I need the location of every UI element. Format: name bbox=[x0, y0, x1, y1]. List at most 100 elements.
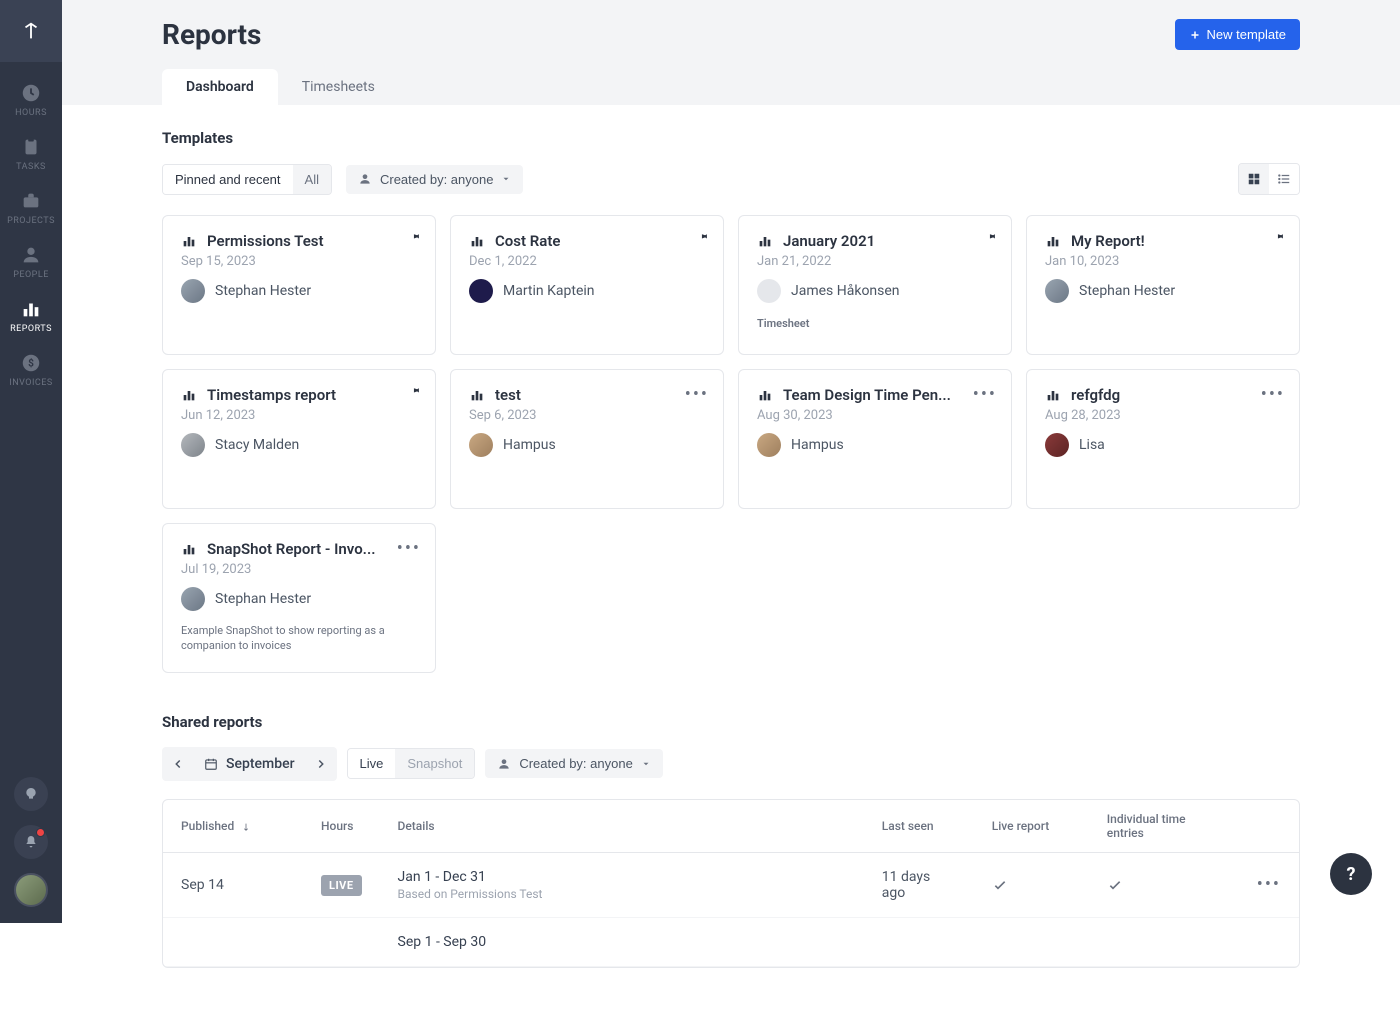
card-more-button[interactable]: ••• bbox=[973, 384, 997, 405]
owner-avatar bbox=[181, 587, 205, 611]
sidebar-item-hours[interactable]: HOURS bbox=[0, 72, 62, 126]
template-card[interactable]: •••testSep 6, 2023Hampus bbox=[450, 369, 724, 509]
live-snapshot-toggle: Live Snapshot bbox=[347, 748, 476, 779]
page-title: Reports bbox=[162, 18, 261, 51]
card-owner: Stephan Hester bbox=[215, 283, 311, 299]
pin-button[interactable] bbox=[985, 230, 997, 242]
new-template-button[interactable]: New template bbox=[1175, 19, 1300, 50]
col-details[interactable]: Details bbox=[380, 800, 864, 853]
chevron-left-icon bbox=[171, 757, 185, 771]
tab-dashboard[interactable]: Dashboard bbox=[162, 69, 278, 105]
col-hours[interactable]: Hours bbox=[303, 800, 380, 853]
next-month-button[interactable] bbox=[305, 747, 337, 781]
cell-last-seen bbox=[864, 917, 974, 966]
cell-individual bbox=[1089, 917, 1239, 966]
card-title: SnapShot Report - Invo... bbox=[207, 540, 375, 558]
template-card[interactable]: Permissions TestSep 15, 2023Stephan Hest… bbox=[162, 215, 436, 355]
card-more-button[interactable]: ••• bbox=[397, 538, 421, 559]
sidebar-item-label: HOURS bbox=[15, 108, 47, 118]
prev-month-button[interactable] bbox=[162, 747, 194, 781]
sidebar-item-label: PROJECTS bbox=[7, 216, 55, 226]
page-header: Reports New template Dashboard Timesheet… bbox=[62, 0, 1400, 105]
live-button[interactable]: Live bbox=[348, 749, 396, 778]
sidebar-item-label: REPORTS bbox=[10, 324, 52, 334]
pin-button[interactable] bbox=[697, 230, 709, 242]
shared-controls: September Live Snapshot Created by: anyo… bbox=[162, 747, 1300, 781]
card-date: Jan 10, 2023 bbox=[1045, 254, 1281, 269]
row-more-button[interactable] bbox=[1239, 917, 1299, 966]
card-date: Dec 1, 2022 bbox=[469, 254, 705, 269]
owner-avatar bbox=[757, 279, 781, 303]
svg-text:$: $ bbox=[28, 357, 34, 370]
sidebar-item-label: PEOPLE bbox=[13, 270, 49, 280]
card-title: January 2021 bbox=[783, 232, 875, 250]
assist-button[interactable] bbox=[14, 777, 48, 811]
shared-created-by-filter[interactable]: Created by: anyone bbox=[485, 749, 662, 778]
list-icon bbox=[1277, 172, 1291, 186]
grid-view-button[interactable] bbox=[1239, 164, 1269, 194]
col-last-seen[interactable]: Last seen bbox=[864, 800, 974, 853]
notifications-button[interactable] bbox=[14, 825, 48, 859]
sidebar-item-people[interactable]: PEOPLE bbox=[0, 234, 62, 288]
sidebar-item-label: TASKS bbox=[16, 162, 46, 172]
sidebar-item-invoices[interactable]: $ INVOICES bbox=[0, 342, 62, 396]
app-logo[interactable] bbox=[0, 0, 62, 62]
card-more-button[interactable]: ••• bbox=[685, 384, 709, 405]
created-by-filter[interactable]: Created by: anyone bbox=[346, 165, 523, 194]
month-text: September bbox=[226, 756, 295, 772]
card-subtitle: Timesheet bbox=[757, 317, 993, 330]
month-navigator: September bbox=[162, 747, 337, 781]
cell-individual bbox=[1089, 852, 1239, 917]
pin-button[interactable] bbox=[409, 230, 421, 242]
card-date: Sep 15, 2023 bbox=[181, 254, 417, 269]
owner-avatar bbox=[469, 279, 493, 303]
table-row[interactable]: Sep 1 - Sep 30 bbox=[163, 917, 1299, 966]
bar-chart-icon bbox=[181, 541, 197, 557]
template-card[interactable]: January 2021Jan 21, 2022James HåkonsenTi… bbox=[738, 215, 1012, 355]
briefcase-icon bbox=[20, 190, 42, 212]
bar-chart-icon bbox=[20, 298, 42, 320]
main-content: Reports New template Dashboard Timesheet… bbox=[62, 0, 1400, 1028]
template-card[interactable]: My Report!Jan 10, 2023Stephan Hester bbox=[1026, 215, 1300, 355]
card-title: refgfdg bbox=[1071, 386, 1120, 404]
card-owner: Martin Kaptein bbox=[503, 283, 595, 299]
pin-icon bbox=[985, 230, 997, 242]
pinned-all-toggle: Pinned and recent All bbox=[162, 164, 332, 195]
month-label[interactable]: September bbox=[194, 747, 305, 781]
template-card[interactable]: Cost Rate Dec 1, 2022 Martin Kaptein bbox=[450, 215, 724, 355]
pin-button[interactable] bbox=[1273, 230, 1285, 242]
templates-heading: Templates bbox=[162, 129, 1300, 147]
col-live-report[interactable]: Live report bbox=[974, 800, 1089, 853]
help-button[interactable]: ? bbox=[1330, 853, 1372, 895]
template-card[interactable]: Timestamps reportJun 12, 2023Stacy Malde… bbox=[162, 369, 436, 509]
user-avatar[interactable] bbox=[14, 873, 48, 907]
check-icon bbox=[1107, 877, 1123, 893]
sidebar-item-projects[interactable]: PROJECTS bbox=[0, 180, 62, 234]
shared-reports-heading: Shared reports bbox=[162, 713, 1300, 731]
template-card[interactable]: •••refgfdgAug 28, 2023Lisa bbox=[1026, 369, 1300, 509]
sidebar-item-reports[interactable]: REPORTS bbox=[0, 288, 62, 342]
list-view-button[interactable] bbox=[1269, 164, 1299, 194]
filter-all[interactable]: All bbox=[293, 165, 331, 194]
snapshot-button[interactable]: Snapshot bbox=[395, 749, 474, 778]
col-individual[interactable]: Individual time entries bbox=[1089, 800, 1239, 853]
bar-chart-icon bbox=[181, 387, 197, 403]
template-card[interactable]: •••SnapShot Report - Invo...Jul 19, 2023… bbox=[162, 523, 436, 673]
col-published[interactable]: Published bbox=[163, 800, 303, 853]
owner-avatar bbox=[469, 433, 493, 457]
assist-icon bbox=[23, 786, 39, 802]
card-more-button[interactable]: ••• bbox=[1261, 384, 1285, 405]
cell-last-seen: 11 days ago bbox=[864, 852, 974, 917]
filter-pinned-recent[interactable]: Pinned and recent bbox=[163, 165, 293, 194]
card-title: Cost Rate bbox=[495, 232, 560, 250]
plus-icon bbox=[1189, 29, 1201, 41]
row-more-button[interactable]: ••• bbox=[1239, 852, 1299, 917]
tab-timesheets[interactable]: Timesheets bbox=[278, 69, 399, 105]
pin-button[interactable] bbox=[409, 384, 421, 396]
card-owner: Stacy Malden bbox=[215, 437, 299, 453]
pin-icon bbox=[409, 384, 421, 396]
sidebar-item-tasks[interactable]: TASKS bbox=[0, 126, 62, 180]
table-row[interactable]: Sep 14LIVEJan 1 - Dec 31Based on Permiss… bbox=[163, 852, 1299, 917]
template-card[interactable]: •••Team Design Time Pen...Aug 30, 2023Ha… bbox=[738, 369, 1012, 509]
person-icon bbox=[358, 172, 372, 186]
